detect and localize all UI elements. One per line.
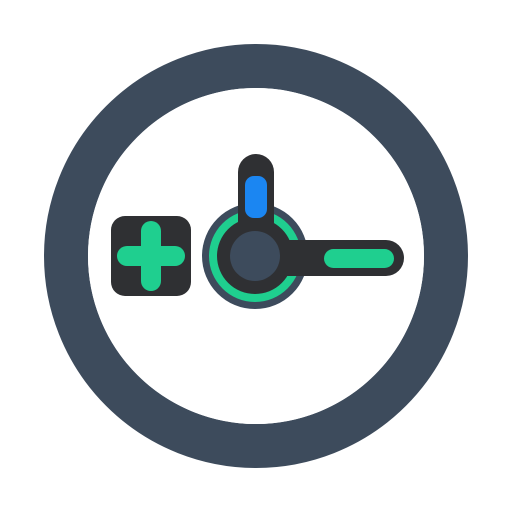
plus-vertical-bar — [141, 221, 161, 291]
plus-badge-icon — [111, 216, 191, 296]
minute-hand-highlight — [324, 249, 394, 268]
clock-add-icon — [44, 44, 468, 468]
app-icon — [0, 0, 512, 512]
hour-hand-highlight — [245, 176, 267, 218]
hub-center — [230, 231, 280, 281]
